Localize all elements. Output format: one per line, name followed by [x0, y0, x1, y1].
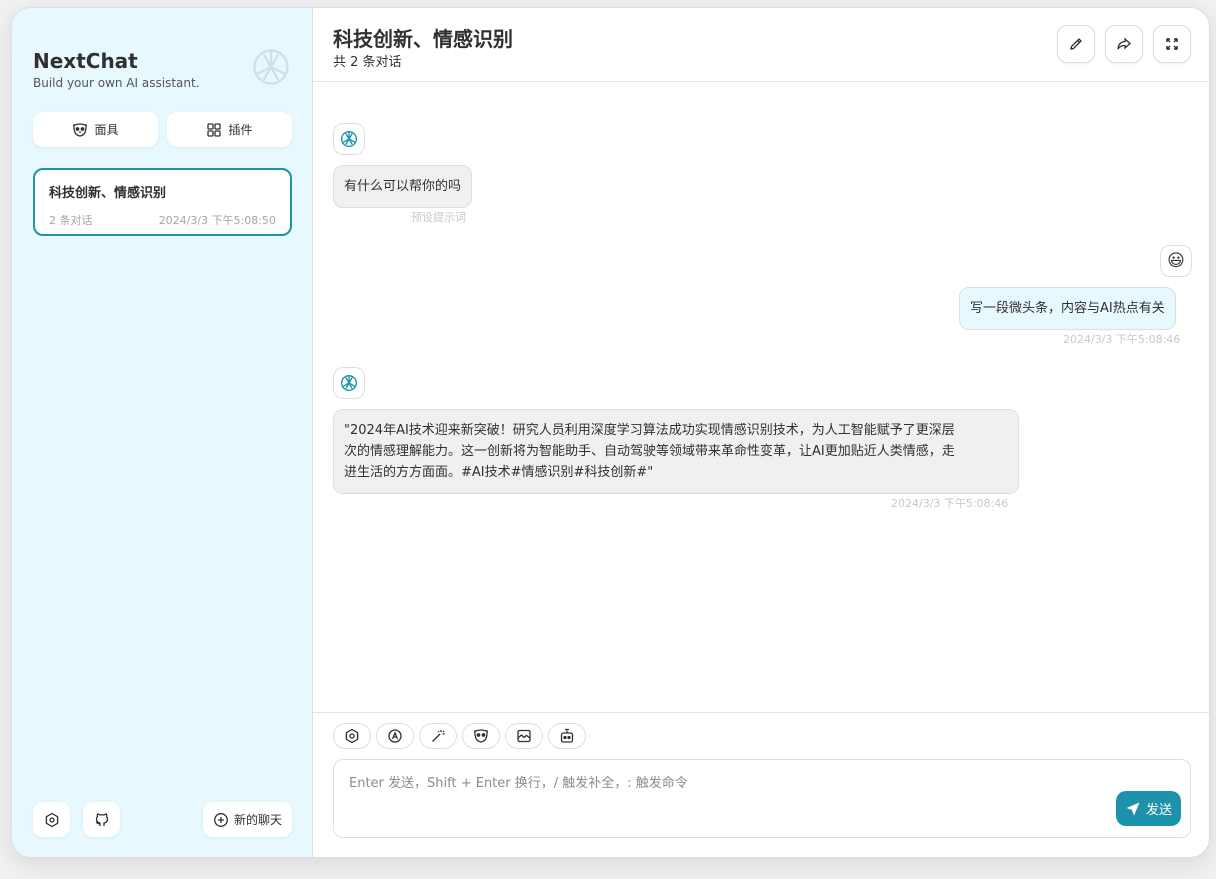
robot-button[interactable] — [548, 723, 586, 749]
openai-logo-icon — [340, 130, 358, 148]
add-circle-icon — [214, 812, 228, 827]
chat-title: 科技创新、情感识别 — [333, 27, 513, 51]
theme-button[interactable] — [376, 723, 414, 749]
chat-settings-button[interactable] — [333, 723, 371, 749]
input-placeholder: Enter 发送，Shift + Enter 换行，/ 触发补全，: 触发命令 — [349, 776, 688, 791]
settings-gear-icon — [345, 728, 359, 744]
message-text: 有什么可以帮你的吗 — [344, 179, 462, 194]
message-time: 2024/3/3 下午5:08:46 — [891, 497, 1009, 510]
bot-avatar — [333, 367, 365, 399]
fullscreen-icon — [1166, 38, 1178, 50]
openai-logo-icon — [340, 374, 358, 392]
share-button[interactable] — [1105, 25, 1143, 63]
message-input[interactable]: Enter 发送，Shift + Enter 换行，/ 触发补全，: 触发命令 … — [333, 759, 1191, 838]
settings-gear-icon — [45, 812, 58, 827]
send-button-label: 发送 — [1145, 803, 1172, 818]
fullscreen-button[interactable] — [1153, 25, 1191, 63]
prompt-button[interactable] — [419, 723, 457, 749]
mask-icon — [474, 729, 488, 743]
smiley-face-icon: 😃 — [1167, 250, 1185, 271]
chat-item-time: 2024/3/3 下午5:08:50 — [158, 214, 276, 227]
github-icon — [95, 812, 108, 826]
chat-header: 科技创新、情感识别 共 2 条对话 — [313, 8, 1209, 82]
chat-item-title: 科技创新、情感识别 — [49, 186, 167, 201]
chat-input-panel: Enter 发送，Shift + Enter 换行，/ 触发补全，: 触发命令 … — [313, 712, 1209, 857]
image-button[interactable] — [505, 723, 543, 749]
magic-wand-icon — [432, 730, 445, 742]
message-meta: 预设提示词 — [411, 211, 466, 224]
mask-button[interactable]: 面具 — [33, 112, 158, 147]
user-message-bubble: 写一段微头条，内容与AI热点有关 — [959, 287, 1176, 330]
message-text-line: 进生活的方方面面。#AI技术#情感识别#科技创新#" — [344, 465, 654, 480]
image-icon — [517, 729, 531, 743]
rename-button[interactable] — [1057, 25, 1095, 63]
mask-icon — [73, 122, 88, 137]
chat-message-count: 共 2 条对话 — [333, 55, 402, 70]
send-button[interactable]: 发送 — [1116, 791, 1181, 826]
new-chat-label: 新的聊天 — [233, 813, 282, 827]
bot-message-bubble: 有什么可以帮你的吗 — [333, 165, 473, 208]
new-chat-button[interactable]: 新的聊天 — [203, 802, 292, 837]
message-text-line: 次的情感理解能力。这一创新将为智能助手、自动驾驶等领域带来革命性变革，让AI更加… — [344, 444, 955, 459]
plugin-button[interactable]: 插件 — [167, 112, 292, 147]
auto-theme-icon — [388, 729, 402, 743]
robot-icon — [560, 728, 574, 743]
send-icon — [1126, 802, 1140, 815]
edit-pencil-icon — [1070, 38, 1082, 50]
app-window: NextChat Build your own AI assistant. 面具… — [11, 7, 1210, 858]
sidebar: NextChat Build your own AI assistant. 面具… — [12, 8, 313, 857]
github-button[interactable] — [83, 802, 120, 837]
openai-logo-icon — [253, 49, 289, 85]
chat-item-count: 2 条对话 — [49, 214, 93, 227]
chat-list-item[interactable]: 科技创新、情感识别 2 条对话 2024/3/3 下午5:08:50 — [33, 168, 292, 236]
mask-tool-button[interactable] — [462, 723, 500, 749]
brand-title: NextChat — [33, 49, 138, 73]
message-text: 写一段微头条，内容与AI热点有关 — [970, 301, 1165, 316]
plugin-grid-icon — [207, 122, 222, 137]
brand-subtitle: Build your own AI assistant. — [33, 76, 200, 90]
mask-button-label: 面具 — [94, 123, 119, 137]
plugin-button-label: 插件 — [228, 123, 253, 137]
settings-button[interactable] — [33, 802, 70, 837]
bot-avatar — [333, 123, 365, 155]
user-avatar: 😃 — [1160, 245, 1192, 277]
share-arrow-icon — [1117, 37, 1131, 50]
message-text-line: "2024年AI技术迎来新突破！研究人员利用深度学习算法成功实现情感识别技术，为… — [344, 423, 955, 438]
chat-main: 科技创新、情感识别 共 2 条对话 有什么可以帮你的吗 预设提示词 😃 写一段微… — [313, 8, 1209, 857]
message-time: 2024/3/3 下午5:08:46 — [1063, 333, 1181, 346]
bot-message-bubble: "2024年AI技术迎来新突破！研究人员利用深度学习算法成功实现情感识别技术，为… — [333, 409, 1019, 494]
